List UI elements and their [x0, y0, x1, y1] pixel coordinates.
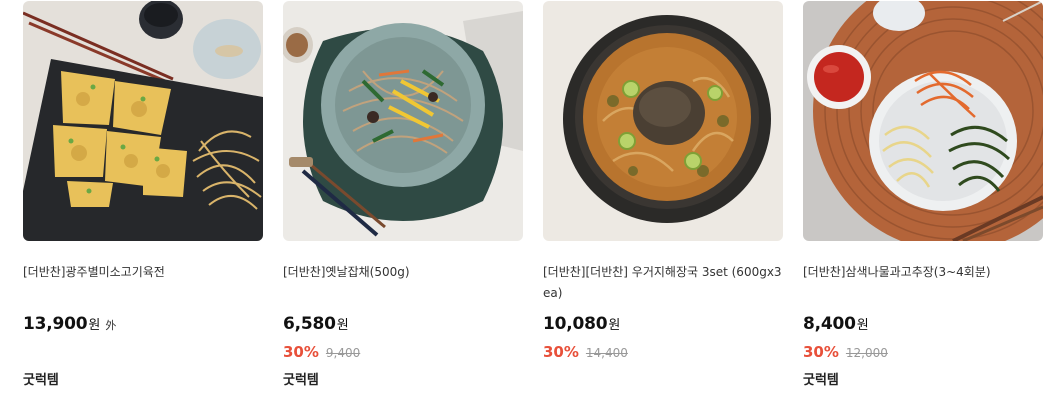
price-suffix: 外 [105, 319, 117, 332]
product-tag: 굿럭템 [283, 373, 319, 388]
discount-row: 30% 14,400 [543, 343, 628, 361]
sale-price: 6,580 [283, 314, 336, 334]
discount-rate: 30% [543, 343, 579, 361]
price-row: 8,400 원 [803, 314, 869, 334]
discount-row: 30% 12,000 [803, 343, 888, 361]
discount-row: 30% 9,400 [283, 343, 360, 361]
currency-unit: 원 [608, 318, 621, 333]
product-card[interactable]: [더반찬]옛날잡채(500g) 6,580 원 30% 9,400 굿럭템 [283, 1, 523, 401]
product-grid: [더반찬]광주별미소고기육전 13,900 원 外 굿럭템 [더반찬]옛날잡채(… [23, 1, 1043, 407]
product-image[interactable] [803, 1, 1043, 241]
price-row: 10,080 원 [543, 314, 620, 334]
sale-price: 8,400 [803, 314, 856, 334]
product-tag: 굿럭템 [23, 373, 59, 388]
original-price: 12,000 [845, 346, 888, 360]
discount-rate: 30% [283, 343, 319, 361]
product-card[interactable]: [더반찬]광주별미소고기육전 13,900 원 外 굿럭템 [23, 1, 263, 401]
product-name[interactable]: [더반찬][더반찬] 우거지해장국 3set (600gx3ea) [543, 262, 783, 304]
product-name[interactable]: [더반찬]옛날잡채(500g) [283, 262, 523, 283]
sale-price: 10,080 [543, 314, 608, 334]
product-card[interactable]: [더반찬]삼색나물과고추장(3~4회분) 8,400 원 30% 12,000 … [803, 1, 1043, 401]
sale-price: 13,900 [23, 314, 88, 334]
product-card[interactable]: [더반찬][더반찬] 우거지해장국 3set (600gx3ea) 10,080… [543, 1, 783, 401]
price-row: 13,900 원 外 [23, 314, 116, 334]
currency-unit: 원 [336, 318, 349, 333]
original-price: 9,400 [325, 346, 361, 360]
product-name[interactable]: [더반찬]광주별미소고기육전 [23, 262, 263, 283]
product-image[interactable] [23, 1, 263, 241]
product-tag: 굿럭템 [803, 373, 839, 388]
price-row: 6,580 원 [283, 314, 349, 334]
product-image[interactable] [283, 1, 523, 241]
original-price: 14,400 [585, 346, 628, 360]
currency-unit: 원 [856, 318, 869, 333]
product-image[interactable] [543, 1, 783, 241]
discount-rate: 30% [803, 343, 839, 361]
currency-unit: 원 [88, 318, 101, 333]
product-name[interactable]: [더반찬]삼색나물과고추장(3~4회분) [803, 262, 1043, 283]
